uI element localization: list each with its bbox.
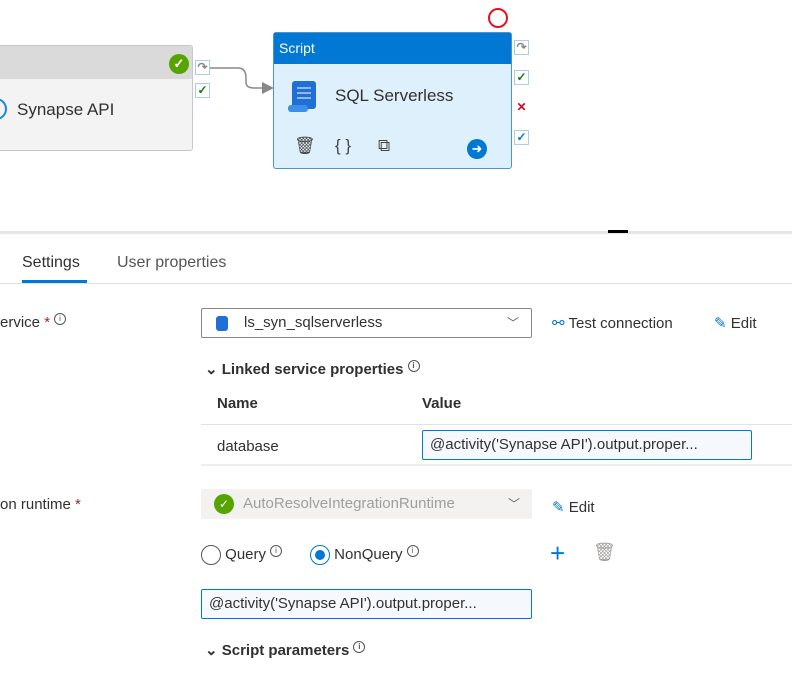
table-divider xyxy=(201,464,792,466)
pencil-icon: ✎ xyxy=(552,499,565,516)
copy-icon[interactable]: ⧉ xyxy=(378,136,390,156)
info-icon: i xyxy=(406,545,419,557)
label-text: on runtime xyxy=(0,496,71,513)
edit-runtime-button[interactable]: ✎ Edit xyxy=(552,498,595,516)
radio-button[interactable] xyxy=(201,545,221,566)
activity-synapse-api[interactable]: Synapse API xyxy=(0,45,193,151)
script-icon xyxy=(288,81,316,112)
label-text: ervice xyxy=(0,314,41,331)
delete-script-button[interactable]: 🗑 xyxy=(593,542,616,563)
script-parameters-toggle[interactable]: ⌄ Script parameters i xyxy=(205,641,366,659)
test-connection-button[interactable]: ⚯ Test connection xyxy=(552,314,673,332)
select-value: AutoResolveIntegrationRuntime xyxy=(243,495,455,512)
chevron-down-icon: ⌄ xyxy=(205,361,218,378)
activity-header xyxy=(0,46,192,79)
info-icon: i xyxy=(270,545,283,557)
skip-port-icon[interactable]: ↷ xyxy=(514,40,529,55)
button-label: Test connection xyxy=(568,315,673,332)
arrow-right-icon[interactable]: ➜ xyxy=(467,139,487,159)
add-script-button[interactable]: + xyxy=(550,538,565,569)
completion-port-icon[interactable]: ✓ xyxy=(514,130,529,145)
info-icon: i xyxy=(353,641,366,653)
linked-service-label: ervice * i xyxy=(0,313,67,331)
select-value: ls_syn_sqlserverless xyxy=(244,314,383,331)
radio-nonquery[interactable]: NonQuery i xyxy=(310,545,419,566)
linked-service-properties-toggle[interactable]: ⌄ Linked service properties i xyxy=(205,360,420,378)
required-marker: * xyxy=(44,314,51,331)
code-icon[interactable]: { } xyxy=(335,136,351,156)
table-divider xyxy=(201,424,792,425)
splitter-handle[interactable] xyxy=(608,230,628,233)
tab-divider xyxy=(0,283,792,284)
section-label: Script parameters xyxy=(221,642,350,659)
chevron-down-icon: ⌄ xyxy=(205,642,218,659)
radio-label: NonQuery xyxy=(334,546,403,563)
integration-runtime-select: ✓ AutoResolveIntegrationRuntime ﹀ xyxy=(201,489,532,519)
chevron-down-icon: ﹀ xyxy=(507,497,520,511)
panel-splitter[interactable] xyxy=(0,231,792,234)
breakpoint-circle-icon[interactable] xyxy=(488,8,508,28)
sql-icon xyxy=(216,316,228,331)
delete-icon[interactable]: 🗑 xyxy=(294,136,316,156)
edit-linked-service-button[interactable]: ✎ Edit xyxy=(714,314,757,332)
info-icon: i xyxy=(407,360,420,372)
column-header-value: Value xyxy=(422,395,462,412)
activity-name: SQL Serverless xyxy=(335,86,454,105)
section-label: Linked service properties xyxy=(221,361,404,378)
info-icon: i xyxy=(54,313,67,325)
tab-user-properties[interactable]: User properties xyxy=(117,254,226,272)
radio-button[interactable] xyxy=(310,545,330,566)
integration-runtime-label: on runtime * xyxy=(0,496,81,513)
activity-type: Script xyxy=(274,33,511,64)
radio-query[interactable]: Query i xyxy=(201,545,283,566)
success-port-icon[interactable]: ✓ xyxy=(195,83,210,98)
success-check-icon: ✓ xyxy=(214,494,234,514)
plug-icon: ⚯ xyxy=(552,315,565,332)
required-marker: * xyxy=(75,496,81,513)
button-label: Edit xyxy=(730,315,757,332)
skip-port-icon[interactable]: ↷ xyxy=(195,60,210,75)
failure-port-icon[interactable]: ✕ xyxy=(514,100,529,115)
linked-service-select[interactable]: ls_syn_sqlserverless ﹀ xyxy=(201,308,532,338)
activity-name: Synapse API xyxy=(17,100,115,119)
chevron-down-icon: ﹀ xyxy=(506,316,519,330)
pencil-icon: ✎ xyxy=(714,315,727,332)
web-activity-icon xyxy=(0,98,7,120)
column-header-name: Name xyxy=(217,395,258,412)
activity-sql-serverless[interactable]: Script SQL Serverless 🗑 { } ⧉ ➜ xyxy=(273,32,512,169)
script-input[interactable]: @activity('Synapse API').output.proper..… xyxy=(201,589,532,619)
property-value-input[interactable]: @activity('Synapse API').output.proper..… xyxy=(422,430,752,460)
tab-settings[interactable]: Settings xyxy=(22,254,80,272)
property-name: database xyxy=(217,438,279,455)
success-port-icon[interactable]: ✓ xyxy=(514,70,529,85)
success-check-icon: ✓ xyxy=(169,54,189,74)
button-label: Edit xyxy=(568,499,595,516)
radio-label: Query xyxy=(225,546,267,563)
connector-arrow xyxy=(210,67,274,94)
